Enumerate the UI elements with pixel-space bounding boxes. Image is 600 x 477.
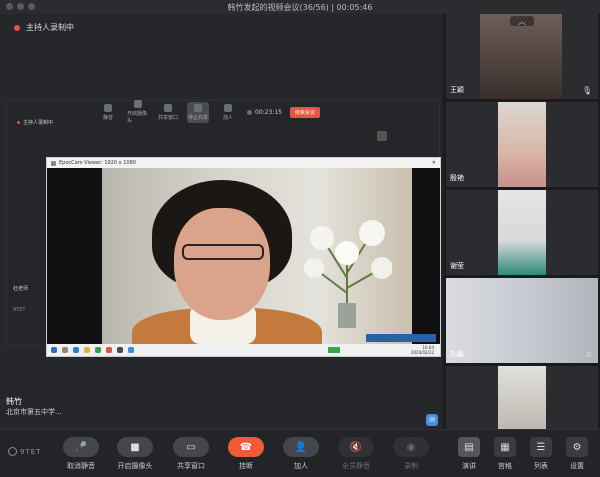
brand-icon: [8, 447, 17, 456]
folder-icon: [84, 347, 90, 353]
clock-icon: [247, 109, 252, 115]
main-stage: 主持人录制中 静音 开启摄像头 共享窗口 停止共享 加人 00:23:15 结束…: [0, 14, 442, 429]
inner-timer: 00:23:15: [247, 109, 282, 116]
window-title: 韩竹发起的视频会议(36/56) | 00:05:46: [227, 2, 373, 12]
camera-viewer-window: EpocCam Viewer: 1920 x 1080 ✕ 16:04 2020…: [46, 157, 441, 357]
close-window-button[interactable]: [6, 3, 13, 10]
inner-add-button: 加人: [217, 103, 239, 121]
unmute-button[interactable]: 🎤 取消静音: [56, 437, 106, 471]
participant-tile[interactable]: 刘鑫 ⊙: [446, 278, 598, 363]
more-icon[interactable]: ⊙: [585, 350, 592, 359]
inner-participant-name: 杜老师: [13, 286, 29, 292]
participant-video: [480, 14, 562, 99]
record-button[interactable]: ◉ 录制: [386, 437, 436, 471]
meeting-toolbar: 9TET 🎤 取消静音 ■ 开启摄像头 ▭ 共享窗口 ☎ 挂断 👤 加人 🔇 全…: [0, 429, 600, 477]
add-person-icon: 👤: [283, 437, 319, 457]
thumbnail-icon: [377, 131, 387, 141]
app-icon: [128, 347, 134, 353]
inner-end-button: 结束会议: [289, 106, 320, 118]
recording-label: 主持人录制中: [26, 23, 74, 32]
mute-all-icon: 🔇: [338, 437, 374, 457]
camera-button[interactable]: ■ 开启摄像头: [110, 437, 160, 471]
participant-tile[interactable]: [446, 366, 598, 429]
participant-tile[interactable]: ︿ 王颖 🎙: [446, 14, 598, 99]
participant-video: [498, 190, 546, 275]
inner-stop-share-button: 停止共享: [187, 101, 209, 123]
hangup-button[interactable]: ☎ 挂断: [221, 437, 271, 471]
taskbar-clock: 16:04 2020/02/22: [410, 345, 434, 355]
settings-icon: ⚙: [566, 437, 588, 457]
participant-video: [498, 102, 546, 187]
inner-camera-button: 开启摄像头: [127, 100, 149, 124]
participant-video: [446, 278, 598, 363]
brand-logo: 9TET: [8, 447, 41, 456]
chevron-up-icon[interactable]: ︿: [510, 16, 534, 26]
speaker-view-icon: ▤: [458, 437, 480, 457]
participant-name: 王颖: [450, 86, 464, 94]
camera-icon: ■: [117, 437, 153, 457]
participant-name: 刘鑫: [450, 350, 464, 358]
participant-name: 殷艳: [450, 174, 464, 182]
share-window-button[interactable]: ▭ 共享窗口: [166, 437, 216, 471]
participant-tile[interactable]: 谢莹: [446, 190, 598, 275]
share-screen-icon: ▭: [173, 437, 209, 457]
app-icon: [51, 160, 56, 166]
app-icon: [95, 347, 101, 353]
window-controls[interactable]: [6, 3, 35, 10]
participant-name: 谢莹: [450, 262, 464, 270]
status-tag: [328, 347, 340, 353]
windows-taskbar: 16:04 2020/02/22: [47, 344, 440, 356]
inner-brand-logo: 9TET: [13, 307, 26, 313]
mic-icon: [104, 103, 112, 112]
inner-meeting-toolbar: 静音 开启摄像头 共享窗口 停止共享 加人 00:23:15 结束会议: [97, 100, 367, 124]
speaker-name: 韩竹: [6, 397, 22, 406]
record-icon: ◉: [393, 437, 429, 457]
start-icon: [51, 347, 57, 353]
camera-icon: [134, 100, 142, 108]
glasses-image: [182, 244, 264, 260]
participant-sidebar[interactable]: ︿ 王颖 🎙 殷艳 谢莹 刘鑫 ⊙: [444, 14, 600, 429]
mic-muted-icon: 🎙: [581, 86, 592, 95]
add-person-button[interactable]: 👤 加人: [276, 437, 326, 471]
record-dot-icon: [14, 24, 20, 31]
settings-button[interactable]: ⚙ 设置: [552, 437, 600, 471]
inner-recording-indicator: 主持人录制中: [17, 119, 53, 126]
title-bar: 韩竹发起的视频会议(36/56) | 00:05:46: [0, 0, 600, 14]
camera-viewer-titlebar: EpocCam Viewer: 1920 x 1080 ✕: [47, 158, 440, 168]
camera-controls-bar: [366, 334, 436, 342]
mute-all-button[interactable]: 🔇 全员静音: [331, 437, 381, 471]
lily-flowers-image: [304, 220, 392, 328]
edge-icon: [73, 347, 79, 353]
maximize-window-button[interactable]: [28, 3, 35, 10]
inner-mute-button: 静音: [97, 103, 119, 121]
inner-share-button: 共享窗口: [157, 103, 179, 121]
person-face: [174, 208, 270, 320]
search-icon: [62, 347, 68, 353]
participant-tile[interactable]: 殷艳: [446, 102, 598, 187]
list-view-icon: ☰: [530, 437, 552, 457]
share-screen-icon: [164, 103, 172, 112]
recording-indicator: 主持人录制中: [14, 22, 74, 33]
camera-viewer-title: EpocCam Viewer: 1920 x 1080: [59, 160, 136, 166]
add-person-icon: [224, 103, 232, 112]
mic-icon: 🎤: [63, 437, 99, 457]
record-dot-icon: [17, 121, 20, 124]
app-icon: [117, 347, 123, 353]
participant-video: [498, 366, 546, 429]
minimize-window-button[interactable]: [17, 3, 24, 10]
teacher-video: [102, 168, 412, 346]
hangup-icon: ☎: [228, 437, 264, 457]
chat-icon[interactable]: ✉: [426, 414, 438, 426]
speaker-organization: 北京市第五中学...: [6, 408, 62, 416]
stop-share-icon: [194, 103, 202, 112]
app-icon: [106, 347, 112, 353]
close-icon: ✕: [431, 160, 436, 166]
grid-view-icon: ▦: [494, 437, 516, 457]
